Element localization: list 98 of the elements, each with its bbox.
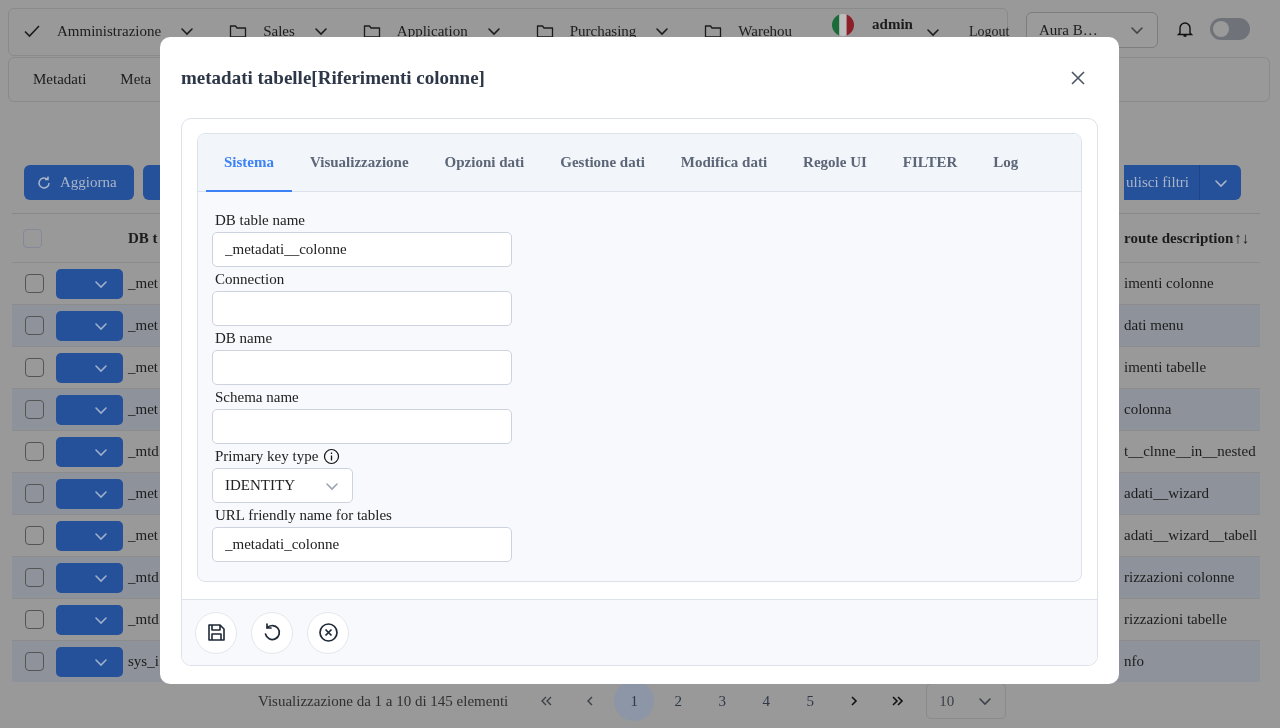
info-icon[interactable]	[323, 448, 341, 465]
checkbox[interactable]	[24, 442, 44, 461]
bell-icon[interactable]	[1176, 20, 1194, 38]
checkbox[interactable]	[24, 316, 44, 335]
actions-dropdown-button[interactable]	[56, 520, 123, 551]
checkbox[interactable]	[24, 400, 44, 419]
pagination-summary: Visualizzazione da 1 a 10 di 145 elementi	[258, 692, 509, 710]
column-header[interactable]: route description	[1124, 229, 1234, 246]
checkbox[interactable]	[24, 484, 44, 503]
menu-item[interactable]: Warehou	[738, 22, 793, 40]
actions-dropdown-button[interactable]	[56, 394, 123, 425]
close-circle-icon	[317, 622, 339, 643]
folder-icon[interactable]	[535, 22, 554, 40]
dialog-title: metadati tabelle[Riferimenti colonne]	[181, 66, 485, 89]
menu-item[interactable]: Amministrazione	[57, 22, 162, 40]
table-cell-text: _met	[128, 401, 159, 418]
table-cell: _mtd	[128, 569, 160, 586]
table-cell-text: adati__wizard__tabell	[1124, 527, 1259, 544]
tab[interactable]: Regole UI	[785, 134, 885, 192]
page-button[interactable]: 4	[746, 681, 787, 721]
field-label: DB name	[215, 330, 273, 347]
table-cell-text: t__clnne__in__nested	[1124, 443, 1257, 460]
checkbox[interactable]	[24, 526, 44, 545]
actions-dropdown-button[interactable]	[56, 310, 123, 341]
tab[interactable]: Gestione dati	[542, 134, 663, 192]
checkbox[interactable]	[24, 358, 44, 377]
table-cell-text: _met	[128, 359, 159, 376]
actions-dropdown-button[interactable]	[56, 646, 123, 677]
tab[interactable]: Log	[975, 134, 1037, 192]
tab[interactable]: Opzioni dati	[426, 134, 543, 192]
menu-item[interactable]: Purchasing	[569, 22, 637, 40]
input-field[interactable]	[212, 291, 512, 326]
folder-icon[interactable]	[704, 22, 723, 40]
input-field[interactable]	[212, 350, 512, 385]
table-cell: sys_i	[128, 653, 160, 670]
tab[interactable]: FILTER	[884, 134, 976, 192]
nav-tab[interactable]: Metadati	[33, 71, 87, 88]
close-icon[interactable]	[1070, 69, 1086, 86]
actions-dropdown-button[interactable]	[56, 436, 123, 467]
actions-dropdown-button[interactable]	[56, 604, 123, 635]
save-button[interactable]	[195, 611, 237, 654]
table-cell-text: dati menu	[1124, 317, 1185, 334]
page-button[interactable]: 3	[702, 681, 743, 721]
page-button[interactable]: 2	[658, 681, 699, 721]
user-name: admin	[872, 16, 913, 33]
field-label: Schema name	[215, 389, 299, 406]
table-cell-text: _met	[128, 317, 159, 334]
table-cell-text: imenti tabelle	[1124, 359, 1208, 376]
dropdown-button[interactable]	[1199, 165, 1241, 200]
logout-link[interactable]: Logout	[968, 24, 1010, 40]
actions-dropdown-button[interactable]	[56, 268, 123, 299]
input-field[interactable]: _metadati__colonne	[212, 232, 512, 267]
actions-dropdown-button[interactable]	[56, 352, 123, 383]
nav-tab[interactable]: Meta	[120, 71, 152, 88]
table-cell: _mtd	[128, 611, 160, 628]
toggle-switch[interactable]	[1210, 18, 1250, 40]
actions-dropdown-button[interactable]	[56, 562, 123, 593]
field-label: Connection	[215, 271, 285, 288]
field-label: URL friendly name for tables	[215, 507, 392, 524]
table-cell-text: imenti colonne	[1124, 275, 1215, 292]
select-field[interactable]: IDENTITY	[212, 468, 353, 503]
menu-item[interactable]: Application	[396, 22, 468, 40]
table-cell-text: rizzazioni tabelle	[1124, 611, 1228, 628]
reset-button[interactable]	[251, 611, 293, 654]
checkbox[interactable]	[24, 568, 44, 587]
table-cell-text: nfo	[1124, 653, 1145, 670]
table-cell-text: _met	[128, 527, 159, 544]
checkbox[interactable]	[24, 610, 44, 629]
field-label: Primary key type	[215, 448, 319, 465]
checkbox[interactable]	[24, 652, 44, 671]
input-field[interactable]	[212, 409, 512, 444]
folder-icon[interactable]	[229, 22, 248, 40]
table-cell-text: _met	[128, 485, 159, 502]
refresh-button[interactable]: Aggiorna	[24, 165, 134, 200]
page-button[interactable]: 1	[614, 681, 655, 721]
tab[interactable]: Visualizzazione	[292, 134, 427, 192]
table-cell: _mtd	[128, 443, 160, 460]
cancel-button[interactable]	[307, 611, 349, 654]
actions-dropdown-button[interactable]	[56, 478, 123, 509]
add-button[interactable]	[143, 165, 160, 200]
sort-icon[interactable]: ↑↓	[1234, 229, 1250, 246]
save-icon	[205, 622, 227, 643]
page-button[interactable]: 5	[790, 681, 831, 721]
flag-icon	[832, 14, 855, 36]
refresh-icon	[36, 174, 52, 191]
table-cell-text: adati__wizard	[1124, 485, 1210, 502]
table-cell-text: _met	[128, 275, 159, 292]
tab[interactable]: Modifica dati	[662, 134, 786, 192]
input-field[interactable]: _metadati_colonne	[212, 527, 512, 562]
table-cell-text: rizzazioni colonne	[1124, 569, 1236, 586]
table-cell-text: colonna	[1124, 401, 1173, 418]
clear-filters-button[interactable]: ulisci filtri	[1124, 165, 1199, 200]
column-header[interactable]: DB t	[128, 229, 160, 247]
menu-item[interactable]: Sales	[263, 22, 295, 40]
field-label: DB table name	[215, 212, 305, 229]
tab[interactable]: Sistema	[206, 134, 292, 192]
checkbox[interactable]	[24, 274, 44, 293]
folder-icon[interactable]	[362, 22, 381, 40]
